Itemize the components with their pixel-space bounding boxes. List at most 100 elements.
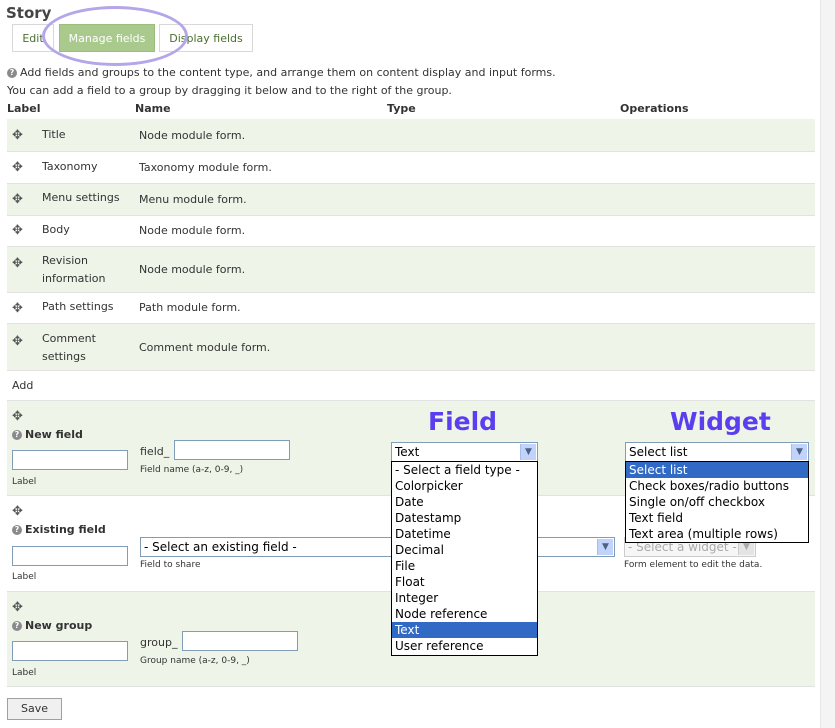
table-row-add: Add: [7, 371, 815, 401]
col-type: Type: [387, 102, 416, 115]
new-field-title: ? New field: [12, 428, 83, 441]
existing-field-label-input[interactable]: [12, 546, 128, 566]
dropdown-option[interactable]: Float: [392, 574, 537, 590]
row-name: Path module form.: [139, 301, 241, 314]
dropdown-option[interactable]: File: [392, 558, 537, 574]
new-field-name-caption: Field name (a-z, 0-9, _): [140, 465, 244, 475]
drag-handle-icon[interactable]: ✥: [12, 409, 23, 424]
dropdown-option[interactable]: Date: [392, 494, 537, 510]
dropdown-option[interactable]: Decimal: [392, 542, 537, 558]
field-type-value: Text: [395, 445, 420, 459]
table-row: ✥ Body Node module form.: [7, 216, 815, 247]
row-label-line2: information: [42, 272, 106, 285]
field-type-select[interactable]: Text ▼: [391, 442, 538, 462]
existing-field-share-caption: Field to share: [140, 560, 201, 570]
new-field-name-input[interactable]: [174, 440, 290, 460]
drag-handle-icon[interactable]: ✥: [12, 192, 23, 207]
scrollbar[interactable]: [820, 0, 835, 728]
dropdown-option-selected[interactable]: Text: [392, 622, 537, 638]
widget-select-value: Select list: [629, 445, 688, 459]
new-group-prefix: group_: [140, 636, 178, 649]
help-icon: ?: [12, 525, 22, 535]
dropdown-option[interactable]: Colorpicker: [392, 478, 537, 494]
existing-field-label-caption: Label: [12, 572, 37, 582]
new-group-label-input[interactable]: [12, 641, 128, 661]
dropdown-option-selected[interactable]: Select list: [626, 462, 808, 478]
drag-handle-icon[interactable]: ✥: [12, 334, 23, 349]
drag-handle-icon[interactable]: ✥: [12, 223, 23, 238]
dropdown-option[interactable]: Text area (multiple rows): [626, 526, 808, 542]
new-group-title: ? New group: [12, 619, 92, 632]
row-name: Node module form.: [139, 263, 246, 276]
new-field-prefix: field_: [140, 445, 170, 458]
dropdown-option[interactable]: Datetime: [392, 526, 537, 542]
widget-dropdown: Select list Check boxes/radio buttons Si…: [625, 461, 809, 543]
existing-field-title: ? Existing field: [12, 523, 106, 536]
dropdown-option[interactable]: Check boxes/radio buttons: [626, 478, 808, 494]
chevron-down-icon: ▼: [520, 444, 536, 460]
page-title: Story: [6, 4, 52, 22]
help-icon: ?: [12, 621, 22, 631]
help-icon: ?: [7, 68, 17, 78]
new-group-name-input[interactable]: [182, 631, 298, 651]
highlight-circle: [42, 6, 188, 66]
new-group-name-caption: Group name (a-z, 0-9, _): [140, 656, 250, 666]
row-label-line1: Revision: [42, 254, 88, 267]
row-label: Path settings: [42, 300, 114, 313]
table-row: ✥ Menu settings Menu module form.: [7, 184, 815, 216]
help-line-2: You can add a field to a group by draggi…: [7, 84, 452, 97]
widget-select[interactable]: Select list ▼: [625, 442, 809, 462]
help-icon: ?: [12, 430, 22, 440]
chevron-down-icon: ▼: [597, 539, 613, 555]
row-name: Comment module form.: [139, 341, 271, 354]
table-row: ✥ Comment settings Comment module form.: [7, 324, 815, 371]
table-row: ✥ Revision information Node module form.: [7, 247, 815, 293]
widget-annotation: Widget: [670, 407, 771, 436]
drag-handle-icon[interactable]: ✥: [12, 504, 23, 519]
row-name: Node module form.: [139, 224, 246, 237]
drag-handle-icon[interactable]: ✥: [12, 160, 23, 175]
drag-handle-icon[interactable]: ✥: [12, 301, 23, 316]
table-row: ✥ Path settings Path module form.: [7, 293, 815, 324]
new-field-label-caption: Label: [12, 477, 37, 487]
dropdown-option[interactable]: Text field: [626, 510, 808, 526]
col-label: Label: [7, 102, 41, 115]
drag-handle-icon[interactable]: ✥: [12, 128, 23, 143]
row-name: Taxonomy module form.: [139, 161, 272, 174]
drag-handle-icon[interactable]: ✥: [12, 256, 23, 271]
row-label-line2: settings: [42, 350, 86, 363]
field-annotation: Field: [428, 407, 498, 436]
new-field-title-text: New field: [25, 428, 83, 441]
row-name: Menu module form.: [139, 193, 247, 206]
chevron-down-icon: ▼: [791, 444, 807, 460]
dropdown-option[interactable]: User reference: [392, 638, 537, 654]
save-button[interactable]: Save: [7, 698, 62, 720]
col-operations: Operations: [620, 102, 689, 115]
field-type-dropdown: - Select a field type - Colorpicker Date…: [391, 461, 538, 656]
dropdown-option[interactable]: Node reference: [392, 606, 537, 622]
row-label-line1: Comment: [42, 332, 96, 345]
dropdown-option[interactable]: Integer: [392, 590, 537, 606]
row-label: Body: [42, 223, 70, 236]
existing-field-select-value: - Select an existing field -: [144, 540, 297, 554]
dropdown-option[interactable]: Datestamp: [392, 510, 537, 526]
new-group-title-text: New group: [25, 619, 93, 632]
dropdown-option[interactable]: Single on/off checkbox: [626, 494, 808, 510]
row-label: Taxonomy: [42, 160, 98, 173]
row-label: Title: [42, 128, 66, 141]
row-label: Menu settings: [42, 191, 120, 204]
row-name: Node module form.: [139, 129, 246, 142]
help-line-1: ? Add fields and groups to the content ty…: [7, 66, 556, 79]
col-name: Name: [135, 102, 171, 115]
table-row: ✥ Title Node module form.: [7, 119, 815, 152]
existing-field-select[interactable]: - Select an existing field - ▼: [140, 537, 615, 557]
existing-field-title-text: Existing field: [25, 523, 106, 536]
add-label: Add: [12, 379, 34, 392]
new-group-label-caption: Label: [12, 668, 37, 678]
new-field-label-input[interactable]: [12, 450, 128, 470]
help-text-1: Add fields and groups to the content typ…: [20, 66, 556, 79]
table-row: ✥ Taxonomy Taxonomy module form.: [7, 152, 815, 184]
drag-handle-icon[interactable]: ✥: [12, 600, 23, 615]
existing-widget-caption: Form element to edit the data.: [624, 560, 763, 570]
dropdown-option[interactable]: - Select a field type -: [392, 462, 537, 478]
